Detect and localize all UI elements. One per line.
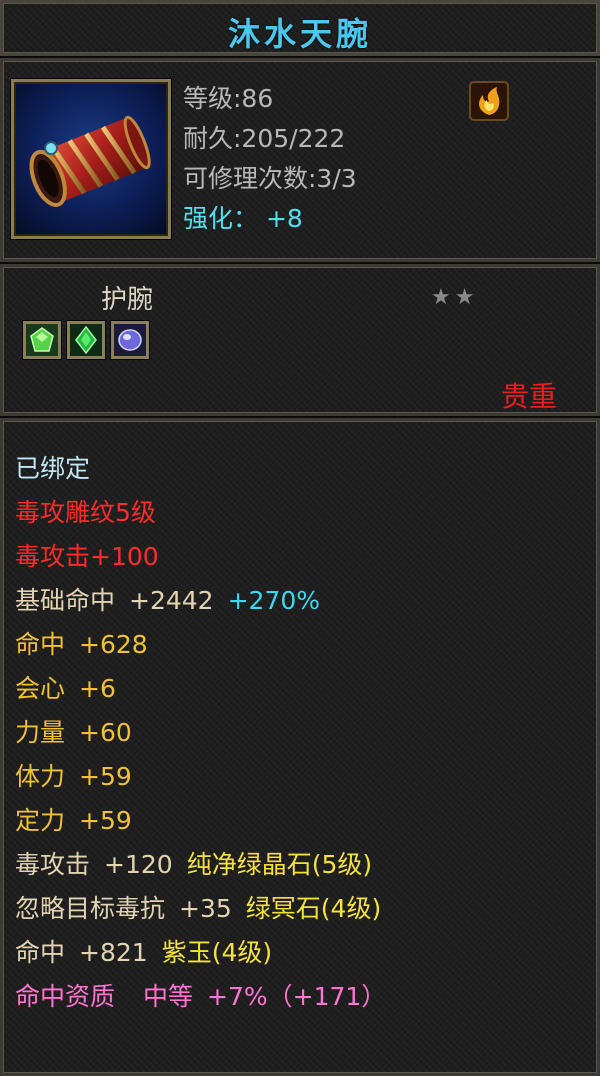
strength-line: 力量 +60 [15,711,386,755]
focus-line: 定力 +59 [15,799,386,843]
gem2-name: 绿冥石(4级) [245,894,382,923]
quality-grade: 中等 [143,982,194,1011]
gem-slot-1[interactable] [23,321,61,359]
level-stat: 等级:86 [183,84,274,113]
gem3-name: 紫玉(4级) [161,938,273,967]
gem1-stat-value: +120 [104,850,173,879]
flame-icon [469,81,509,121]
gem2-line: 忽略目标毒抗 +35 绿冥石(4级) [15,887,386,931]
stamina-value: +59 [79,762,132,791]
quality-label: 命中资质 [15,982,116,1011]
hit-line: 命中 +628 [15,623,386,667]
crit-label: 会心 [15,674,66,703]
durability-stat: 耐久:205/222 [183,124,346,153]
attributes-panel: 已绑定 毒攻雕纹5级 毒攻击+100 基础命中 +2442 +270% 命中 +628… [0,417,600,1076]
focus-value: +59 [79,806,132,835]
gem-slots [23,321,149,359]
hit-label: 命中 [15,630,66,659]
green-emerald-gem-icon [70,324,102,356]
quality-value: +7%（+171） [207,982,387,1011]
poison-attack-line: 毒攻击+100 [15,542,159,571]
item-type-panel: 护腕 ★★ 贵重 [0,263,600,417]
grade-stars: ★★ [431,285,479,310]
upgrade-value: +8 [265,204,303,233]
crit-line: 会心 +6 [15,667,386,711]
gem3-stat-label: 命中 [15,938,66,967]
bound-status: 已绑定 [15,454,91,483]
gem-slot-3[interactable] [111,321,149,359]
crit-value: +6 [79,674,116,703]
base-hit-percent: +270% [227,586,321,615]
item-type-label: 护腕 [101,285,154,315]
gem-slot-2[interactable] [67,321,105,359]
hit-value: +628 [79,630,148,659]
purple-jade-gem-icon [114,324,146,356]
strength-value: +60 [79,718,132,747]
title-bar: 沐水天腕 [0,0,600,57]
gem2-stat-label: 忽略目标毒抗 [15,894,166,923]
gem1-line: 毒攻击 +120 纯净绿晶石(5级) [15,843,386,887]
item-title: 沐水天腕 [227,15,372,53]
base-hit-label: 基础命中 [15,586,116,615]
item-stats: 等级:86 耐久:205/222 可修理次数:3/3 强化： +8 [183,79,357,239]
item-header-panel: 等级:86 耐久:205/222 可修理次数:3/3 强化： +8 [0,57,600,263]
strength-label: 力量 [15,718,66,747]
gem3-stat-value: +821 [79,938,148,967]
engraving-line: 毒攻雕纹5级 [15,498,156,527]
upgrade-stat: 强化： +8 [183,199,357,239]
upgrade-label: 强化： [183,204,259,233]
bracer-icon [29,115,151,207]
quality-line: 命中资质 中等 +7%（+171） [15,975,386,1019]
rarity-label: 贵重 [500,380,557,413]
gem1-stat-label: 毒攻击 [15,850,91,879]
base-hit-value: +2442 [129,586,214,615]
stamina-line: 体力 +59 [15,755,386,799]
attribute-list: 已绑定 毒攻雕纹5级 毒攻击+100 基础命中 +2442 +270% 命中 +628… [15,447,386,1019]
gem2-stat-value: +35 [179,894,232,923]
base-hit-line: 基础命中 +2442 +270% [15,579,386,623]
item-icon-frame [11,79,171,239]
green-crystal-gem-icon [26,324,58,356]
stamina-label: 体力 [15,762,66,791]
gem3-line: 命中 +821 紫玉(4级) [15,931,386,975]
gem1-name: 纯净绿晶石(5级) [186,850,373,879]
repair-count-stat: 可修理次数:3/3 [183,164,357,193]
focus-label: 定力 [15,806,66,835]
